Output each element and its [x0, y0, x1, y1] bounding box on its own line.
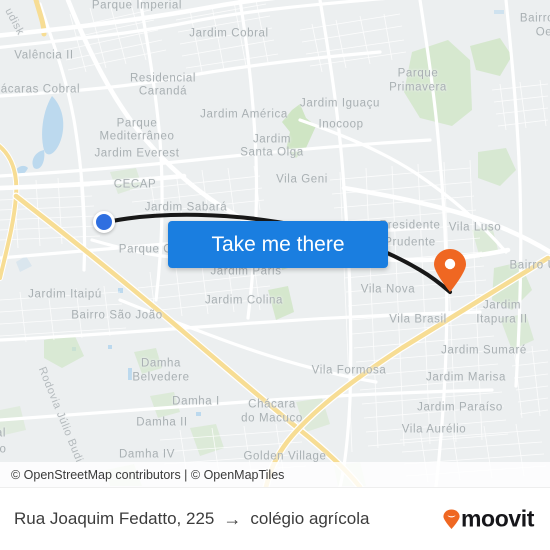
- origin-dot-marker[interactable]: [93, 211, 115, 233]
- moovit-wordmark: moovit: [461, 505, 534, 532]
- map-attribution-bar: © OpenStreetMap contributors | © OpenMap…: [0, 462, 550, 487]
- trip-origin-name: Rua Joaquim Fedatto, 225: [14, 509, 215, 528]
- destination-pin-marker[interactable]: [433, 249, 467, 293]
- moovit-trip-map-screen: Parque ImperialJardim CobralBairroOeValê…: [0, 0, 550, 550]
- trip-summary: Rua Joaquim Fedatto, 225 → colégio agríc…: [14, 509, 369, 529]
- trip-footer-bar: Rua Joaquim Fedatto, 225 → colégio agríc…: [0, 487, 550, 550]
- trip-destination-name: colégio agrícola: [250, 509, 370, 528]
- arrow-right-icon: →: [223, 509, 242, 529]
- take-me-there-button[interactable]: Take me there: [168, 221, 388, 268]
- moovit-pin-icon: [443, 509, 460, 529]
- attribution-text[interactable]: © OpenStreetMap contributors | © OpenMap…: [11, 468, 284, 482]
- map-canvas[interactable]: Parque ImperialJardim CobralBairroOeValê…: [0, 0, 550, 487]
- moovit-logo[interactable]: moovit: [443, 506, 534, 533]
- take-me-there-label: Take me there: [211, 232, 345, 256]
